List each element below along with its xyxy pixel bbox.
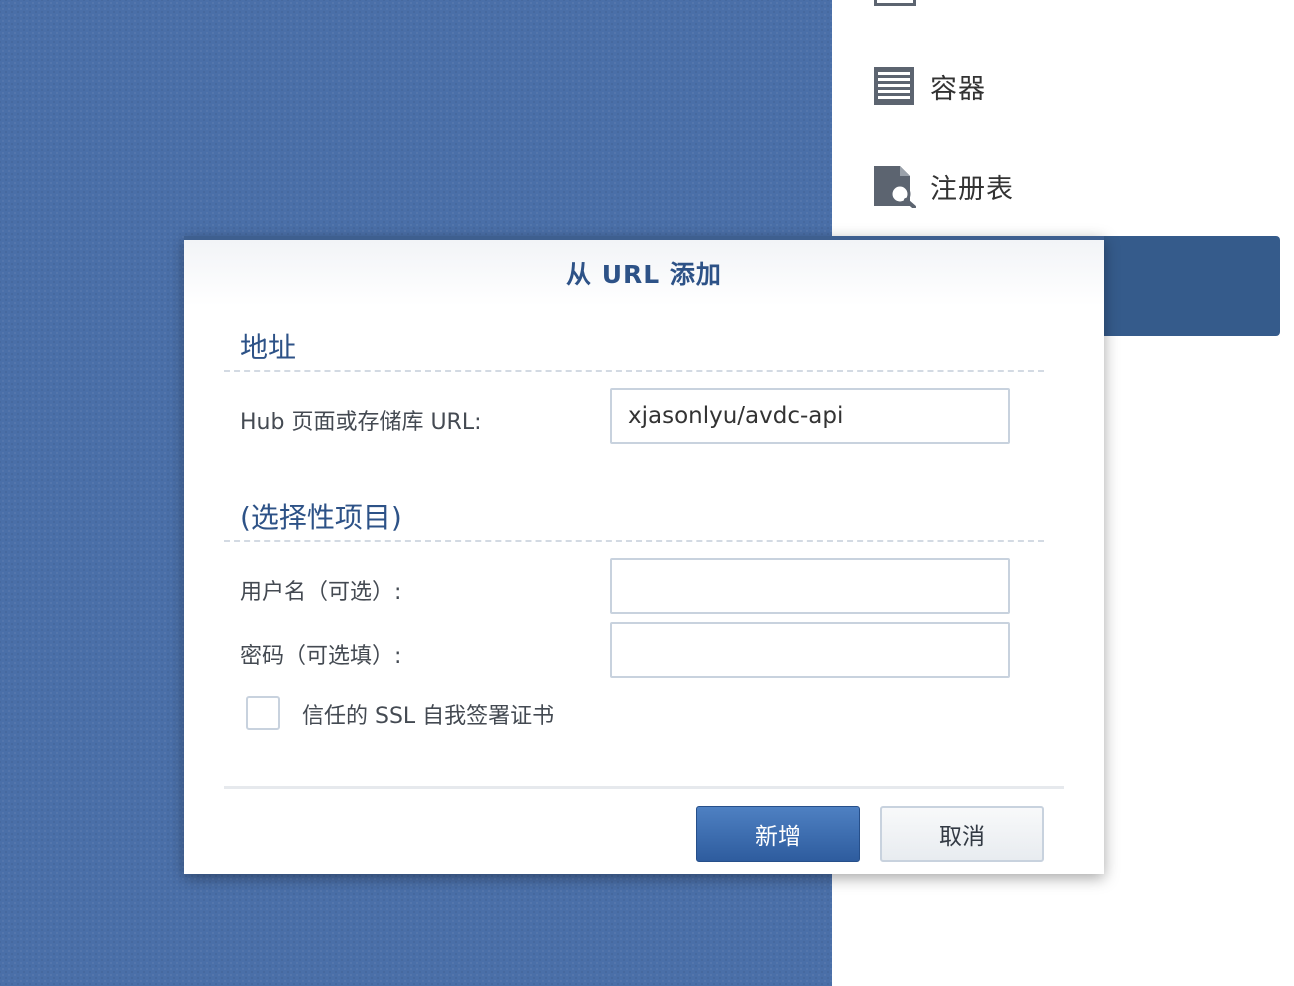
hub-url-label: Hub 页面或存储库 URL: xyxy=(240,410,482,435)
sidebar-item-label: 注册表 xyxy=(930,173,1014,205)
cancel-button[interactable]: 取消 xyxy=(880,806,1044,862)
section-title-address: 地址 xyxy=(240,331,297,364)
partial-top-icon xyxy=(874,0,916,6)
section-divider xyxy=(224,370,1044,372)
username-input[interactable] xyxy=(610,558,1010,614)
trust-ssl-label: 信任的 SSL 自我签署证书 xyxy=(302,704,555,729)
section-title-optional: (选择性项目) xyxy=(240,501,402,534)
registry-search-icon xyxy=(872,164,916,208)
add-button[interactable]: 新增 xyxy=(696,806,860,862)
sidebar-item-label: 容器 xyxy=(930,73,986,105)
trust-ssl-checkbox[interactable] xyxy=(246,696,280,730)
section-divider xyxy=(224,540,1044,542)
add-from-url-dialog: 从 URL 添加 地址 Hub 页面或存储库 URL: (选择性项目) 用户名（… xyxy=(184,236,1104,874)
footer-divider xyxy=(224,786,1064,789)
dialog-header: 从 URL 添加 xyxy=(184,240,1104,306)
sidebar-item-registry[interactable]: 注册表 xyxy=(872,156,1252,216)
password-label: 密码（可选填）: xyxy=(240,644,402,669)
sidebar-item-active[interactable] xyxy=(1092,236,1280,336)
dialog-title: 从 URL 添加 xyxy=(566,260,722,289)
hub-url-input[interactable] xyxy=(610,388,1010,444)
username-label: 用户名（可选）: xyxy=(240,580,402,605)
container-list-icon xyxy=(872,64,916,108)
sidebar-item-container[interactable]: 容器 xyxy=(872,56,1252,116)
password-input[interactable] xyxy=(610,622,1010,678)
